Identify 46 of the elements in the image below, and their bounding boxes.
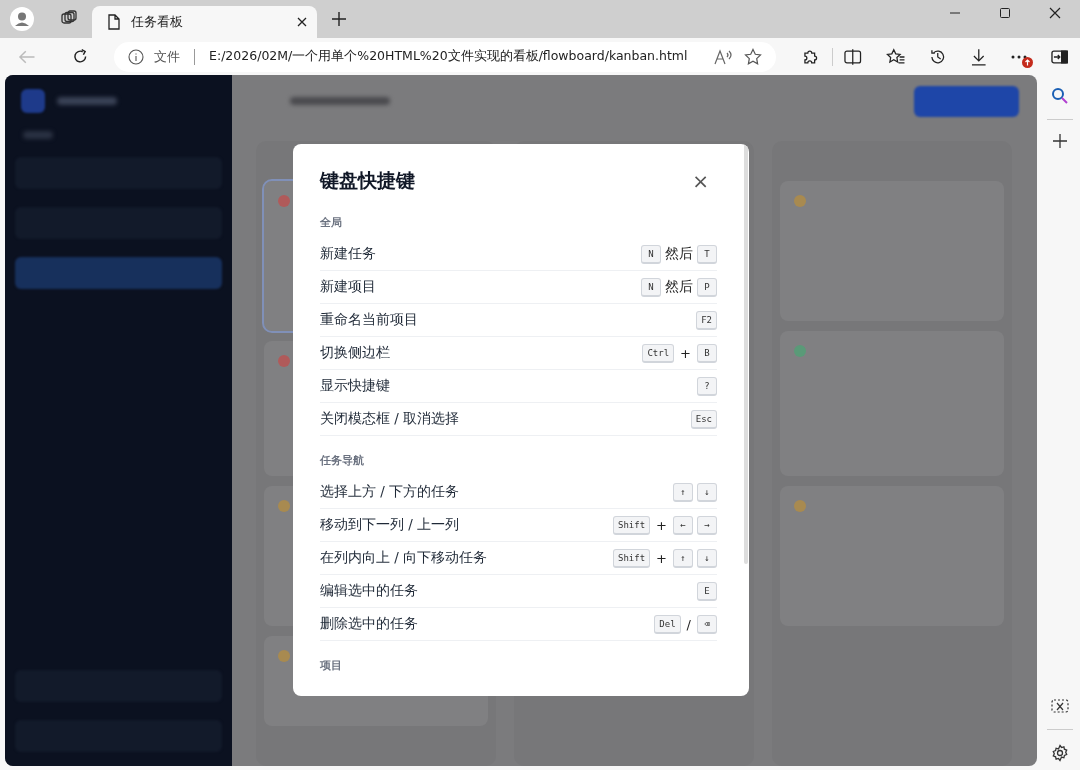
- shortcut-label: 切换侧边栏: [320, 344, 390, 362]
- key-connector: +: [656, 550, 667, 566]
- shortcut-label: 新建项目: [320, 278, 376, 296]
- shortcut-label: 新建任务: [320, 245, 376, 263]
- close-button[interactable]: ×: [684, 169, 717, 193]
- key-cap: Ctrl: [642, 343, 675, 363]
- key-cap: Del: [654, 614, 681, 634]
- shortcut-label: 在列内向上 / 向下移动任务: [320, 549, 488, 567]
- key-cap: ↑: [673, 548, 693, 568]
- key-cap: F2: [696, 310, 717, 330]
- key-connector: 然后: [665, 245, 693, 263]
- browser-tab[interactable]: 任务看板: [92, 6, 317, 38]
- shortcut-label: 显示快捷键: [320, 377, 390, 395]
- shortcut-label: 编辑选中的任务: [320, 582, 418, 600]
- key-cap: P: [697, 277, 717, 297]
- shortcut-label: 关闭模态框 / 取消选择: [320, 410, 460, 428]
- dialog-title: 键盘快捷键: [320, 168, 415, 193]
- shortcut-label: 选择上方 / 下方的任务: [320, 483, 460, 501]
- key-cap: ←: [673, 515, 693, 535]
- address-bar[interactable]: 文件 E:/2026/02M/一个用单个%20HTML%20文件实现的看板/flowboard/kanban.html: [114, 41, 776, 72]
- url-text: E:/2026/02M/一个用单个%20HTML%20文件实现的看板/flowboard/kanban.html: [209, 48, 688, 65]
- key-cap: ⌫: [697, 614, 717, 634]
- key-cap: ↓: [697, 548, 717, 568]
- key-cap: Shift: [613, 548, 651, 568]
- file-label: 文件: [154, 47, 181, 66]
- key-cap: E: [697, 581, 717, 601]
- key-cap: B: [697, 343, 717, 363]
- key-cap: →: [697, 515, 717, 535]
- key-cap: Esc: [690, 409, 717, 429]
- key-cap: N: [641, 277, 661, 297]
- section-heading: 项目: [320, 659, 343, 673]
- shortcut-label: 重命名当前项目: [320, 311, 418, 329]
- key-connector: +: [656, 517, 667, 533]
- section-heading: 任务导航: [320, 454, 365, 468]
- shortcut-label: 移动到下一列 / 上一列: [320, 516, 460, 534]
- shortcut-label: 删除选中的任务: [320, 615, 418, 633]
- key-cap: N: [641, 244, 661, 264]
- section-heading: 全局: [320, 216, 343, 230]
- key-connector: 然后: [665, 278, 693, 296]
- key-cap: ↑: [673, 482, 693, 502]
- key-cap: ?: [697, 376, 717, 396]
- key-cap: T: [697, 244, 717, 264]
- key-connector: +: [680, 345, 691, 361]
- key-cap: Shift: [613, 515, 651, 535]
- key-cap: ↓: [697, 482, 717, 502]
- key-connector: /: [686, 616, 691, 632]
